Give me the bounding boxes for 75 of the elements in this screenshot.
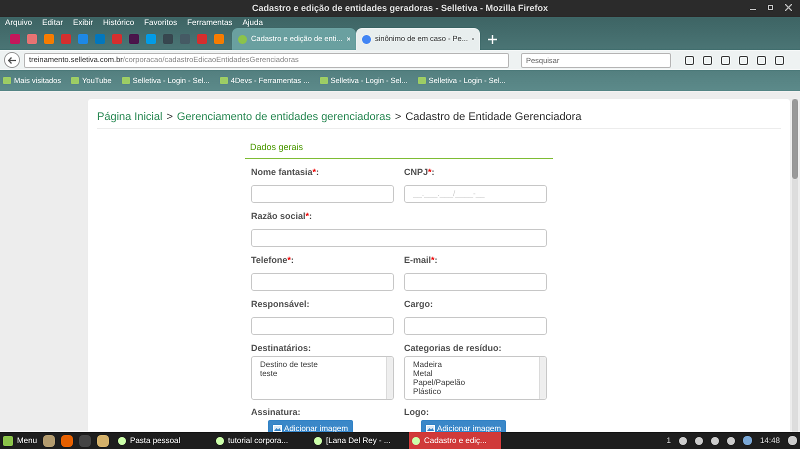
text-field[interactable] (251, 272, 394, 290)
tab-favicon-icon (362, 34, 371, 44)
scrollbar[interactable] (539, 357, 546, 399)
text-field[interactable] (404, 272, 547, 290)
pinned-tab[interactable] (95, 34, 105, 44)
pinned-tab[interactable] (61, 34, 71, 44)
start-menu-button[interactable]: Menu (3, 434, 38, 446)
taskbar-window[interactable]: tutorial corpora... (213, 432, 306, 449)
notifications-count[interactable]: 1 (666, 434, 671, 446)
minimize-icon[interactable] (750, 9, 756, 10)
pinned-tab[interactable] (129, 34, 139, 44)
field-label: Destinatários: (251, 342, 312, 355)
close-icon[interactable] (785, 4, 792, 11)
field-label: Assinatura: (251, 406, 302, 419)
clock: 14:48 (760, 434, 780, 446)
pinned-tab[interactable] (197, 34, 207, 44)
breadcrumb-separator: > (394, 110, 402, 125)
image-icon (426, 425, 435, 432)
pinned-tab[interactable] (163, 34, 173, 44)
list-option[interactable]: Plástico (413, 387, 531, 396)
menu-item[interactable]: Arquivo (5, 16, 32, 28)
breadcrumb-link[interactable]: Gerenciamento de entidades gerenciadoras (176, 109, 391, 126)
menu-item[interactable]: Ajuda (242, 16, 263, 28)
list-option[interactable]: Destino de teste (260, 360, 378, 369)
image-icon (272, 425, 282, 432)
tab-favicon-icon (238, 34, 247, 44)
window-title: Cadastro e edição de entidades geradoras - Selletiva - Mozilla Firefox (252, 2, 548, 15)
list-box[interactable]: Madeira Metal Papel/Papelão Plástico (404, 356, 547, 400)
pinned-tab[interactable] (27, 34, 37, 44)
text-field[interactable] (251, 228, 547, 246)
list-option[interactable]: Metal (413, 369, 531, 378)
text-field[interactable] (404, 316, 547, 334)
pinned-tab[interactable] (214, 34, 224, 44)
taskbar-window[interactable]: Cadastro e ediç... (409, 432, 502, 449)
scrollbar[interactable] (386, 357, 393, 399)
pinned-tab[interactable] (146, 34, 156, 44)
pinned-tab[interactable] (180, 34, 190, 44)
field-label: Cargo: (404, 298, 434, 311)
add-image-button[interactable]: Adicionar imagem (420, 420, 506, 432)
text-field[interactable] (251, 316, 394, 334)
list-option[interactable]: teste (260, 369, 378, 378)
pinned-tab[interactable] (44, 34, 54, 44)
back-button[interactable] (4, 52, 20, 68)
list-option[interactable]: Papel/Papelão (413, 378, 531, 387)
field-label: Telefone*: (251, 254, 295, 267)
field-label: E-mail*: (404, 254, 439, 267)
menu-item[interactable]: Histórico (103, 16, 134, 28)
add-image-button[interactable]: Adicionar imagem (268, 420, 354, 432)
field-label: Razão social*: (251, 210, 314, 223)
taskbar-window[interactable]: [Lana Del Rey - ... (311, 432, 404, 449)
taskbar-window[interactable]: Pasta pessoal (115, 432, 208, 449)
field-label: Logo: (404, 406, 430, 419)
section-title: Dados gerais (245, 140, 553, 159)
maximize-icon[interactable] (768, 5, 773, 10)
breadcrumb-separator: > (166, 110, 173, 125)
field-label: Responsável: (251, 298, 311, 311)
list-option[interactable]: Madeira (413, 360, 531, 369)
field-label: Categorias de resíduo: (404, 342, 503, 355)
breadcrumb-current: Cadastro de Entidade Gerenciadora (405, 110, 582, 125)
menu-item[interactable]: Favoritos (144, 16, 178, 28)
pinned-tab[interactable] (78, 34, 88, 44)
field-label: CNPJ*: (404, 166, 436, 179)
menu-item[interactable]: Exibir (73, 16, 94, 28)
page-scrollbar[interactable] (792, 99, 798, 432)
back-arrow-icon (8, 56, 16, 64)
list-box[interactable]: Destino de teste teste (251, 356, 394, 400)
field-label: Nome fantasia*: (251, 166, 320, 179)
menu-item[interactable]: Ferramentas (187, 16, 232, 28)
pinned-tab[interactable] (10, 34, 20, 44)
new-tab-icon[interactable] (488, 34, 497, 44)
pinned-tab[interactable] (112, 34, 122, 44)
text-field[interactable] (251, 184, 394, 202)
text-field[interactable]: __.___.___/____-__ (404, 184, 547, 202)
menu-item[interactable]: Editar (42, 16, 64, 28)
breadcrumb-link[interactable]: Página Inicial (97, 109, 162, 126)
